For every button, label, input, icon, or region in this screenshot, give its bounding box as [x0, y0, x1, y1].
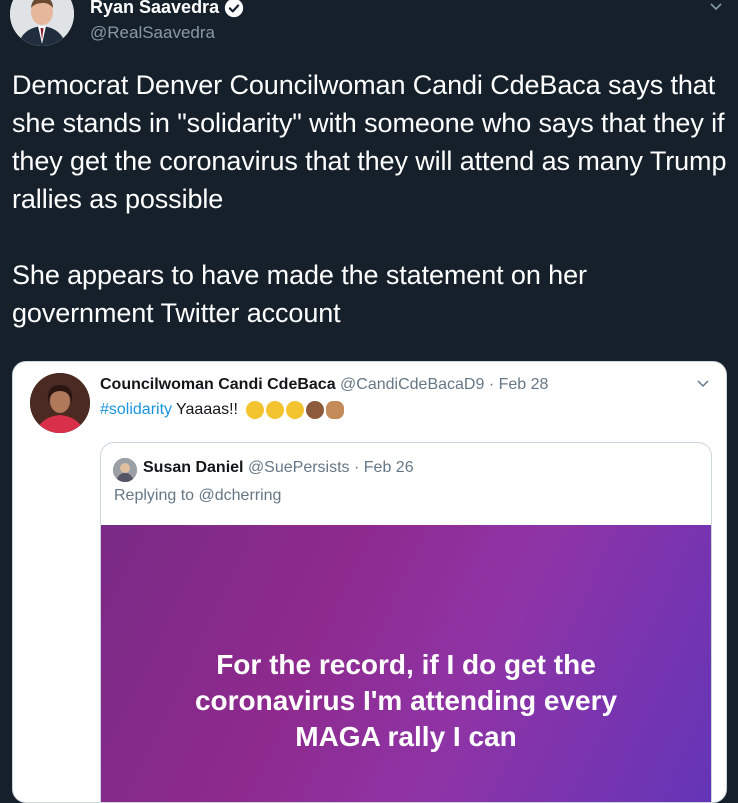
embedded-date[interactable]: Feb 28	[499, 376, 549, 393]
laughing-emoji-icon	[246, 401, 264, 419]
embedded-author-handle[interactable]: @CandiCdeBacaD9	[340, 376, 484, 393]
ok-hand-emoji-icon	[326, 401, 344, 419]
quoted-author-avatar[interactable]	[113, 458, 137, 482]
quoted-date[interactable]: Feb 26	[364, 459, 414, 476]
replying-to-handle[interactable]: @dcherring	[199, 487, 282, 504]
embedded-tweet-header: Councilwoman Candi CdeBaca @CandiCdeBaca…	[100, 376, 548, 394]
quoted-image-text: For the record, if I do get the coronavi…	[194, 649, 618, 752]
quoted-tweet-header: Susan Daniel @SuePersists · Feb 26	[143, 459, 414, 477]
raised-fist-emoji-icon	[306, 401, 324, 419]
embedded-avatar-image	[30, 373, 90, 433]
quoted-dot: ·	[354, 459, 360, 476]
verified-badge-icon	[224, 0, 244, 17]
quoted-author-handle[interactable]: @SuePersists	[248, 459, 350, 476]
author-name-text[interactable]: Ryan Saavedra	[90, 0, 219, 18]
author-handle[interactable]: @RealSaavedra	[90, 23, 215, 43]
replying-to-label: Replying to	[114, 487, 195, 504]
embedded-tweet-card[interactable]: Councilwoman Candi CdeBaca @CandiCdeBaca…	[12, 361, 727, 803]
laughing-emoji-icon	[286, 401, 304, 419]
author-name[interactable]: Ryan Saavedra	[90, 0, 244, 18]
laughing-emoji-icon	[266, 401, 284, 419]
quoted-image[interactable]: For the record, if I do get the coronavi…	[101, 525, 711, 802]
embedded-text: Yaaaas!!	[176, 401, 238, 418]
quoted-avatar-image	[113, 458, 137, 482]
author-avatar-image	[10, 0, 74, 46]
tweet-text: Democrat Denver Councilwoman Candi CdeBa…	[12, 70, 727, 328]
emoji-group	[244, 401, 344, 419]
embedded-author-name[interactable]: Councilwoman Candi CdeBaca	[100, 376, 336, 393]
replying-to: Replying to @dcherring	[114, 487, 281, 505]
embedded-tweet-text: #solidarity Yaaaas!!	[100, 401, 344, 419]
embedded-chevron-icon[interactable]	[696, 376, 710, 390]
quoted-author-name[interactable]: Susan Daniel	[143, 459, 243, 476]
quoted-tweet[interactable]: Susan Daniel @SuePersists · Feb 26 Reply…	[100, 442, 712, 802]
embedded-author-avatar[interactable]	[30, 373, 90, 433]
author-avatar[interactable]	[10, 0, 74, 46]
more-options-chevron-icon[interactable]	[708, 0, 724, 14]
solidarity-hashtag[interactable]: #solidarity	[100, 401, 172, 419]
embedded-dot: ·	[488, 376, 495, 393]
